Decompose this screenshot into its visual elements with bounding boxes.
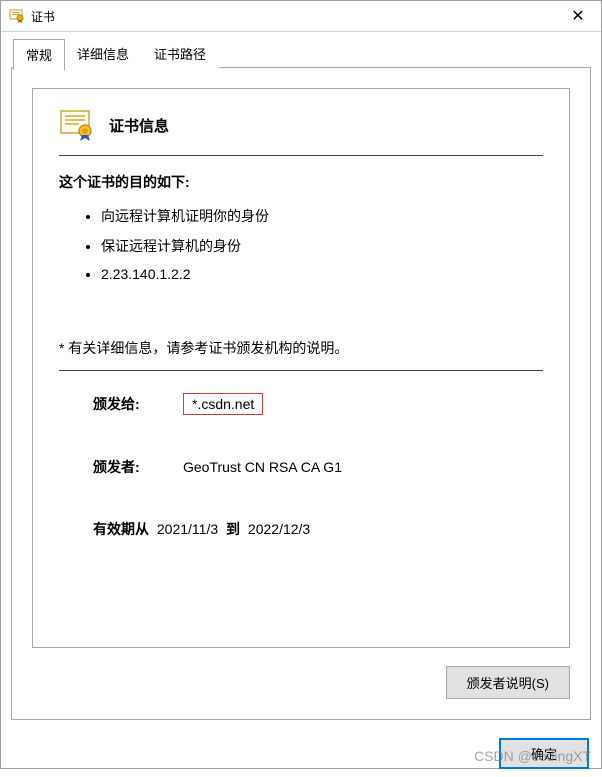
tab-general[interactable]: 常规 [13, 39, 65, 70]
divider-top [59, 155, 543, 156]
tab-details-label: 详细信息 [77, 47, 129, 62]
issued-by-label: 颁发者: [93, 457, 183, 477]
valid-to-value: 2022/12/3 [248, 521, 310, 537]
valid-from-label: 有效期从 [93, 521, 149, 537]
issuer-statement-button[interactable]: 颁发者说明(S) [446, 666, 570, 699]
ok-button[interactable]: 确定 [499, 738, 589, 769]
certificate-icon [9, 8, 25, 24]
issuer-button-row: 颁发者说明(S) [32, 666, 570, 699]
tab-strip: 常规 详细信息 证书路径 [13, 38, 591, 68]
issued-to-row: 颁发给: *.csdn.net [93, 393, 543, 415]
divider-bottom [59, 370, 543, 371]
close-icon: ✕ [571, 6, 584, 26]
validity-row: 有效期从 2021/11/3 到 2022/12/3 [93, 519, 543, 539]
valid-to-label: 到 [226, 521, 240, 537]
cert-info-title: 证书信息 [109, 115, 169, 136]
tab-certpath[interactable]: 证书路径 [141, 38, 219, 68]
purpose-item: 向远程计算机证明你的身份 [101, 206, 543, 226]
valid-from-value: 2021/11/3 [157, 521, 218, 537]
close-button[interactable]: ✕ [555, 1, 601, 31]
tab-certpath-label: 证书路径 [154, 47, 206, 62]
tab-general-label: 常规 [26, 48, 52, 63]
issued-by-value: GeoTrust CN RSA CA G1 [183, 459, 342, 475]
issued-by-row: 颁发者: GeoTrust CN RSA CA G1 [93, 457, 543, 477]
details-note: * 有关详细信息，请参考证书颁发机构的说明。 [59, 338, 543, 358]
titlebar: 证书 ✕ [1, 1, 601, 32]
cert-header: 证书信息 [59, 109, 543, 141]
certificate-info-box: 证书信息 这个证书的目的如下: 向远程计算机证明你的身份 保证远程计算机的身份 … [32, 88, 570, 648]
issued-to-label: 颁发给: [93, 394, 183, 414]
purpose-item: 2.23.140.1.2.2 [101, 266, 543, 282]
certificate-large-icon [59, 109, 95, 141]
tab-details[interactable]: 详细信息 [64, 38, 142, 68]
dialog-body: 常规 详细信息 证书路径 [1, 32, 601, 730]
window-title: 证书 [31, 8, 555, 25]
purpose-item: 保证远程计算机的身份 [101, 236, 543, 256]
issued-to-value: *.csdn.net [183, 393, 263, 415]
purpose-title: 这个证书的目的如下: [59, 172, 543, 192]
certificate-dialog: 证书 ✕ 常规 详细信息 证书路径 [0, 0, 602, 769]
tab-panel-general: 证书信息 这个证书的目的如下: 向远程计算机证明你的身份 保证远程计算机的身份 … [11, 67, 591, 720]
dialog-footer: 确定 [1, 730, 601, 777]
purpose-list: 向远程计算机证明你的身份 保证远程计算机的身份 2.23.140.1.2.2 [101, 206, 543, 282]
